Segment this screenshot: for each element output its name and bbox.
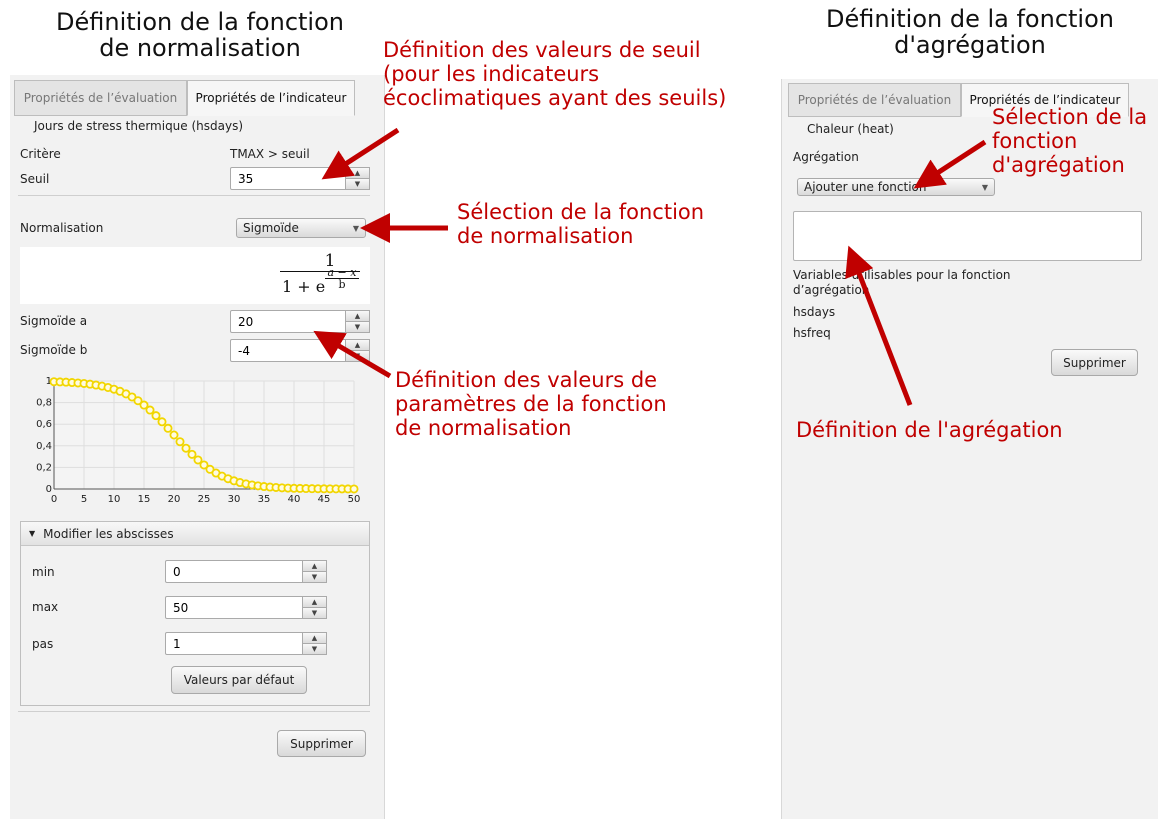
- left-title-line1: Définition de la fonction: [56, 8, 344, 36]
- left-title-line2: de normalisation: [99, 34, 301, 62]
- x-tick-label: 35: [258, 494, 271, 505]
- x-tick-label: 5: [81, 494, 87, 505]
- data-point: [175, 437, 185, 447]
- x-tick-label: 10: [108, 494, 121, 505]
- variables-label: Variables utilisables pour la fonction d…: [793, 268, 1011, 297]
- pas-increment-icon[interactable]: ▲: [303, 633, 326, 644]
- max-label: max: [32, 600, 59, 614]
- min-spinner[interactable]: 0 ▲ ▼: [165, 560, 327, 583]
- right-title: Définition de la fonction d'agrégation: [800, 6, 1140, 58]
- variable-item: hsfreq: [793, 326, 831, 340]
- y-tick-label: 0: [46, 484, 52, 495]
- data-point: [169, 430, 179, 440]
- sigmoide-b-decrement-icon[interactable]: ▼: [346, 351, 369, 361]
- normalisation-label: Normalisation: [20, 221, 104, 235]
- right-title-line1: Définition de la fonction: [826, 5, 1114, 33]
- min-increment-icon[interactable]: ▲: [303, 561, 326, 572]
- max-spinner[interactable]: 50 ▲ ▼: [165, 596, 327, 619]
- annotation-agregation-def: Définition de l'agrégation: [796, 418, 1063, 442]
- seuil-input[interactable]: 35: [230, 167, 346, 190]
- data-point: [181, 443, 191, 453]
- x-tick-label: 20: [168, 494, 181, 505]
- separator: [18, 711, 370, 712]
- formula-base: 1 + e: [282, 277, 326, 296]
- normalisation-select[interactable]: Sigmoïde ▼: [236, 218, 366, 238]
- pas-label: pas: [32, 637, 54, 651]
- right-title-line2: d'agrégation: [894, 31, 1046, 59]
- default-values-button[interactable]: Valeurs par défaut: [171, 666, 307, 694]
- separator: [18, 195, 370, 196]
- aggregation-expression-input[interactable]: [793, 211, 1142, 261]
- tab-indicator-properties[interactable]: Propriétés de l’indicateur: [187, 80, 355, 116]
- x-tick-label: 25: [198, 494, 211, 505]
- min-label: min: [32, 565, 55, 579]
- seuil-increment-icon[interactable]: ▲: [346, 168, 369, 179]
- tab-evaluation-properties[interactable]: Propriétés de l’évaluation: [788, 83, 961, 117]
- left-title: Définition de la fonction de normalisati…: [30, 9, 370, 61]
- formula-box: 1 1 + e a − x b: [20, 247, 370, 304]
- formula: 1 1 + e a − x b: [280, 252, 360, 296]
- x-tick-label: 50: [348, 494, 361, 505]
- sigmoide-a-label: Sigmoïde a: [20, 314, 88, 328]
- sigmoide-b-input[interactable]: -4: [230, 339, 346, 362]
- data-point: [157, 417, 167, 427]
- pas-spinner[interactable]: 1 ▲ ▼: [165, 632, 327, 655]
- sigmoide-a-decrement-icon[interactable]: ▼: [346, 322, 369, 332]
- chevron-down-icon: ▼: [352, 223, 359, 233]
- data-point: [187, 449, 197, 459]
- sigmoide-a-increment-icon[interactable]: ▲: [346, 311, 369, 322]
- normalisation-select-value: Sigmoïde: [243, 221, 299, 235]
- add-function-select[interactable]: Ajouter une fonction ▼: [797, 178, 995, 196]
- x-tick-label: 30: [228, 494, 241, 505]
- annotation-parametres: Définition des valeurs de paramètres de …: [395, 368, 667, 440]
- data-point: [145, 405, 155, 415]
- pas-input[interactable]: 1: [165, 632, 303, 655]
- min-input[interactable]: 0: [165, 560, 303, 583]
- seuil-decrement-icon[interactable]: ▼: [346, 179, 369, 189]
- critere-label: Critère: [20, 147, 61, 161]
- sigmoide-a-input[interactable]: 20: [230, 310, 346, 333]
- annotation-normalisation: Sélection de la fonction de normalisatio…: [457, 200, 705, 248]
- normalisation-chart: 0 5 10 15 20 25 30 35 40 45 5000,20,40,60,81: [36, 376, 361, 505]
- abscisses-header-label: Modifier les abscisses: [43, 526, 174, 541]
- y-tick-label: 0,6: [36, 419, 52, 430]
- delete-button[interactable]: Supprimer: [1051, 349, 1138, 376]
- tab-evaluation-properties[interactable]: Propriétés de l’évaluation: [14, 80, 187, 116]
- indicator-name: Chaleur (heat): [807, 122, 894, 136]
- max-input[interactable]: 50: [165, 596, 303, 619]
- x-tick-label: 40: [288, 494, 301, 505]
- annotation-seuil: Définition des valeurs de seuil (pour le…: [383, 38, 727, 110]
- sigmoide-b-label: Sigmoïde b: [20, 343, 88, 357]
- seuil-label: Seuil: [20, 172, 50, 186]
- data-point: [349, 484, 359, 494]
- annotation-agregation-select: Sélection de la fonction d'agrégation: [992, 105, 1148, 177]
- y-tick-label: 0,2: [36, 462, 52, 473]
- pas-decrement-icon[interactable]: ▼: [303, 644, 326, 654]
- chevron-down-icon: ▼: [981, 182, 988, 192]
- data-point: [151, 411, 161, 421]
- max-decrement-icon[interactable]: ▼: [303, 608, 326, 618]
- formula-exp-den: b: [338, 278, 346, 291]
- collapse-arrow-icon[interactable]: ▼: [29, 529, 35, 538]
- sigmoide-a-spinner[interactable]: 20 ▲ ▼: [230, 310, 370, 333]
- x-tick-label: 0: [51, 494, 57, 505]
- delete-button[interactable]: Supprimer: [277, 730, 366, 757]
- aggregation-label: Agrégation: [793, 150, 859, 164]
- abscisses-header[interactable]: ▼ Modifier les abscisses: [21, 522, 369, 546]
- seuil-spinner[interactable]: 35 ▲ ▼: [230, 167, 370, 190]
- data-point: [163, 423, 173, 433]
- sigmoide-b-spinner[interactable]: -4 ▲ ▼: [230, 339, 370, 362]
- sigmoide-b-increment-icon[interactable]: ▲: [346, 340, 369, 351]
- critere-value: TMAX > seuil: [230, 147, 310, 161]
- min-decrement-icon[interactable]: ▼: [303, 572, 326, 582]
- max-increment-icon[interactable]: ▲: [303, 597, 326, 608]
- add-function-select-value: Ajouter une fonction: [804, 180, 927, 194]
- y-tick-label: 0,4: [36, 441, 52, 452]
- x-tick-label: 45: [318, 494, 331, 505]
- indicator-name: Jours de stress thermique (hsdays): [34, 119, 244, 133]
- x-tick-label: 15: [138, 494, 151, 505]
- variable-item: hsdays: [793, 305, 836, 319]
- y-tick-label: 0,8: [36, 398, 52, 409]
